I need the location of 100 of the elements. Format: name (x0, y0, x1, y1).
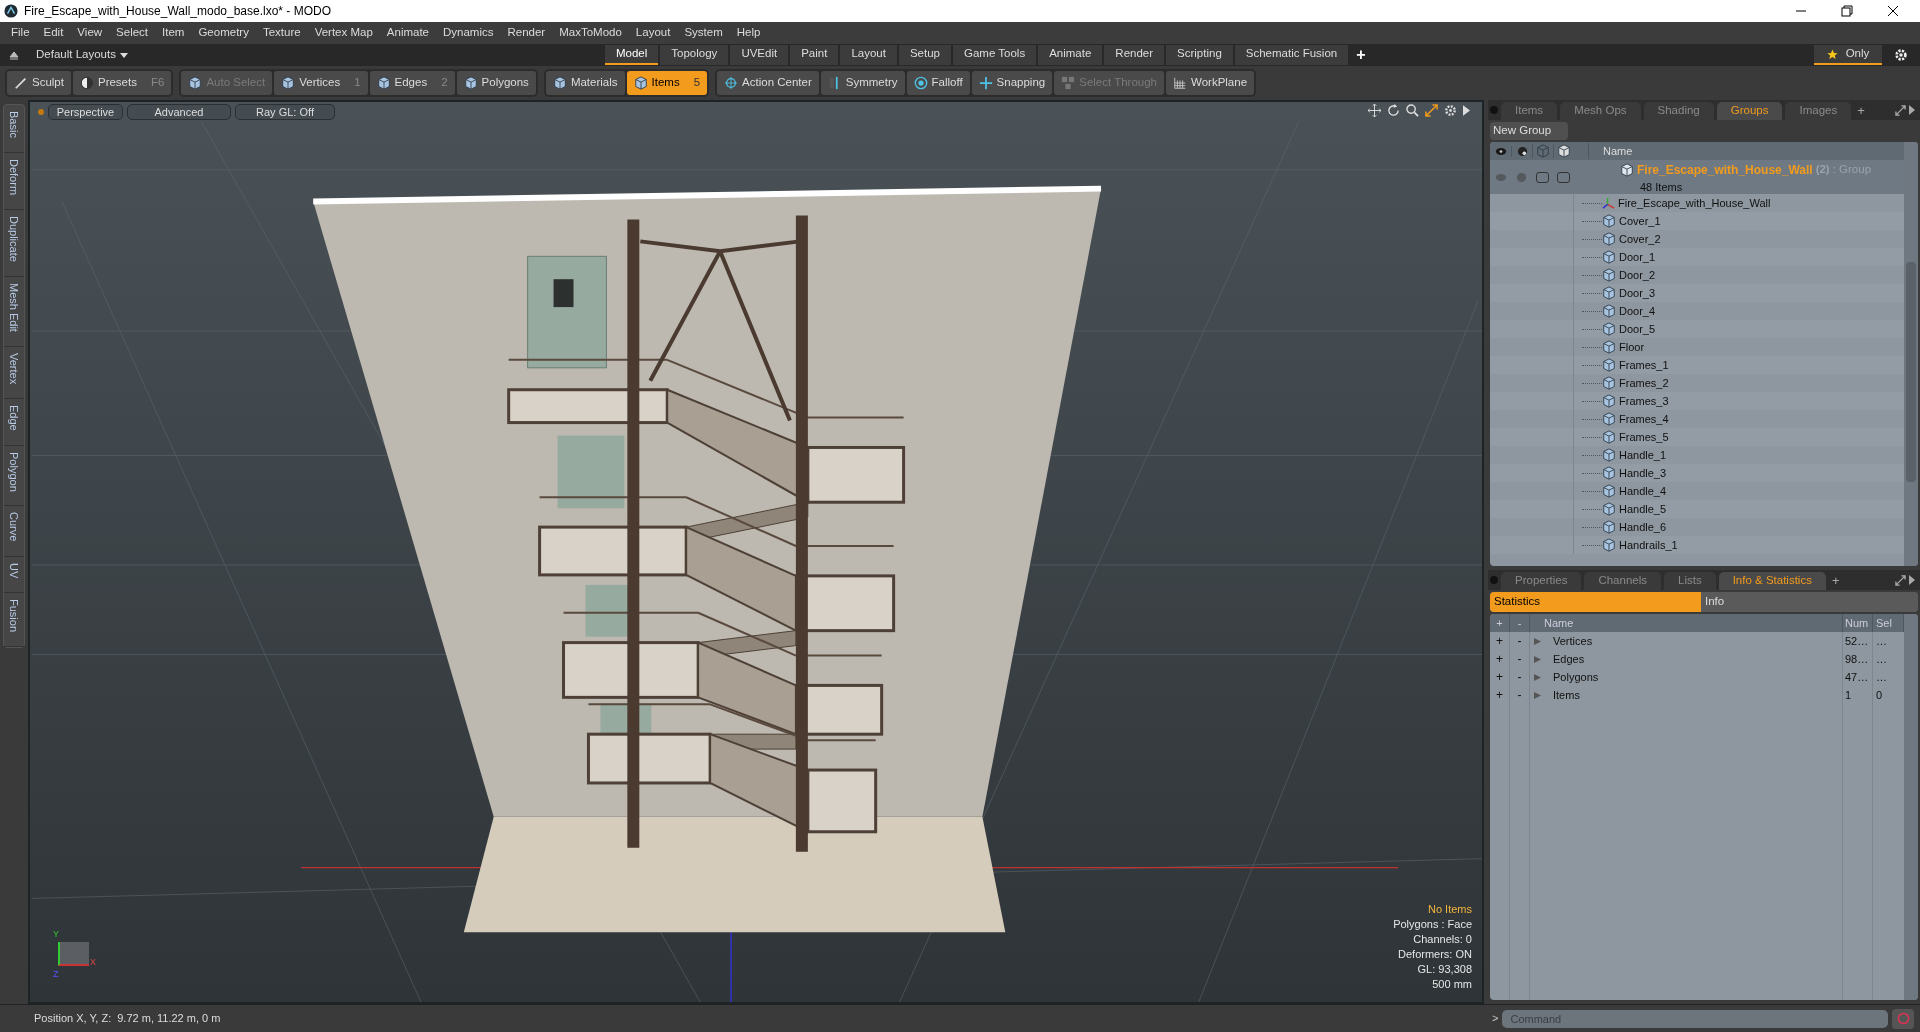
toolbar-button[interactable]: Items 5 (626, 71, 708, 95)
3d-viewport[interactable]: Perspective Advanced Ray GL: Off No Items Polygons : Face Channels: 0 Deformers: ON GL: 93,308 500 mm Y X Z (28, 100, 1484, 1004)
layout-dropdown[interactable]: Default Layouts (30, 46, 134, 64)
only-button[interactable]: Only (1814, 45, 1882, 65)
collapse-arrow-icon[interactable] (8, 49, 20, 61)
panel-tab[interactable]: Lists (1664, 572, 1716, 590)
layout-tab[interactable]: Paint (790, 45, 839, 65)
add-tab-button[interactable]: + (1854, 100, 1868, 120)
viewport-option-button[interactable]: Ray GL: Off (235, 104, 335, 120)
tree-item[interactable]: Frames_3 (1619, 392, 1669, 410)
subtab[interactable]: Statistics (1490, 592, 1701, 612)
menu-item[interactable]: Select (109, 24, 156, 42)
side-tab[interactable]: UV (4, 556, 24, 594)
layout-tab[interactable]: Scripting (1166, 45, 1233, 65)
side-tab[interactable]: Fusion (4, 593, 24, 648)
tree-item[interactable]: Cover_1 (1619, 212, 1661, 230)
expand-all-button[interactable]: + (1490, 650, 1510, 668)
select-toggle-icon[interactable] (1557, 171, 1570, 183)
menu-item[interactable]: Render (500, 24, 553, 42)
side-tab[interactable]: Basic (4, 105, 24, 153)
search-icon[interactable] (1406, 104, 1419, 117)
add-tab-button[interactable]: + (1828, 570, 1843, 590)
tree-item[interactable]: Door_1 (1619, 248, 1656, 266)
tree-item[interactable]: Frames_4 (1619, 410, 1669, 428)
tree-item[interactable]: Frames_1 (1619, 356, 1669, 374)
command-field[interactable]: Command (1502, 1009, 1888, 1028)
side-tab[interactable]: Vertex (4, 346, 24, 399)
toolbar-button[interactable]: Snapping (971, 71, 1053, 95)
tree-item[interactable]: Floor (1619, 338, 1645, 356)
toolbar-button[interactable]: Falloff (906, 71, 970, 95)
layout-tab[interactable]: UVEdit (730, 45, 789, 65)
maximize-icon[interactable] (1425, 104, 1438, 117)
toolbar-button[interactable]: Polygons (456, 71, 536, 95)
side-tab[interactable]: Curve (4, 506, 24, 557)
lock-toggle-icon[interactable] (1536, 171, 1549, 183)
viewport-option-button[interactable]: Advanced (127, 104, 231, 120)
toolbar-button[interactable]: Edges 2 (369, 71, 455, 95)
viewport-option-button[interactable]: Perspective (48, 104, 123, 120)
expand-arrow-icon[interactable] (1534, 691, 1541, 699)
expand-arrow-icon[interactable] (1534, 673, 1541, 681)
tree-item[interactable]: Handrails_1 (1619, 536, 1678, 554)
panel-tab[interactable]: Info & Statistics (1718, 572, 1826, 590)
toolbar-button[interactable]: Action Center (717, 71, 819, 95)
render-icon[interactable] (1516, 145, 1528, 157)
expand-icon[interactable] (1895, 105, 1906, 116)
tree-item[interactable]: Fire_Escape_with_House_Wall (1618, 194, 1771, 212)
tree-item[interactable]: Frames_5 (1619, 428, 1669, 446)
expand-arrow-icon[interactable] (1534, 637, 1541, 645)
menu-item[interactable]: Dynamics (436, 24, 501, 42)
panel-tab[interactable]: Properties (1501, 572, 1582, 590)
panel-tab[interactable]: Items (1501, 102, 1558, 120)
panel-arrow-icon[interactable] (1909, 575, 1915, 585)
toolbar-button[interactable]: Presets F6 (72, 71, 172, 95)
expand-icon[interactable] (1895, 575, 1906, 586)
menu-item[interactable]: View (70, 24, 110, 42)
side-tab[interactable]: Polygon (4, 445, 24, 507)
menu-item[interactable]: MaxToModo (552, 24, 629, 42)
tree-item[interactable]: Handle_3 (1619, 464, 1667, 482)
toolbar-button[interactable]: Vertices 1 (274, 71, 368, 95)
layout-tab[interactable]: Render (1104, 45, 1165, 65)
rotate-icon[interactable] (1387, 104, 1400, 117)
play-arrow-icon[interactable] (1463, 105, 1470, 116)
eye-icon[interactable] (1494, 146, 1507, 156)
panel-tab[interactable]: Channels (1584, 572, 1661, 590)
toolbar-button[interactable]: Sculpt (7, 71, 71, 95)
collapse-all-button[interactable]: - (1510, 632, 1530, 650)
tree-item[interactable]: Door_3 (1619, 284, 1656, 302)
tree-item[interactable]: Handle_6 (1619, 518, 1667, 536)
expand-all-button[interactable]: + (1490, 686, 1510, 704)
expand-all-button[interactable]: + (1490, 632, 1510, 650)
tree-item[interactable]: Handle_4 (1619, 482, 1667, 500)
menu-item[interactable]: File (4, 24, 37, 42)
panel-arrow-icon[interactable] (1909, 105, 1915, 115)
menu-item[interactable]: Vertex Map (307, 24, 380, 42)
collapse-all-button[interactable]: - (1510, 650, 1530, 668)
toolbar-button[interactable]: Materials (545, 71, 625, 95)
expand-all-button[interactable]: + (1490, 668, 1510, 686)
menu-item[interactable]: Geometry (191, 24, 256, 42)
move-icon[interactable] (1368, 104, 1381, 117)
layout-tab[interactable]: Model (605, 45, 659, 65)
collapse-all-button[interactable]: - (1510, 686, 1530, 704)
panel-tab[interactable]: Mesh Ops (1560, 102, 1641, 120)
tree-item[interactable]: Door_2 (1619, 266, 1656, 284)
toolbar-button[interactable]: WorkPlane (1166, 71, 1255, 95)
settings-icon[interactable] (1894, 48, 1908, 62)
scrollbar-thumb[interactable] (1906, 262, 1916, 482)
panel-tab[interactable]: Groups (1716, 102, 1783, 120)
expand-arrow-icon[interactable] (1534, 655, 1541, 663)
add-tab-button[interactable]: + (1356, 43, 1366, 67)
layout-tab[interactable]: Layout (840, 45, 897, 65)
menu-item[interactable]: Item (155, 24, 192, 42)
layout-tab[interactable]: Setup (898, 45, 951, 65)
new-group-button[interactable]: New Group (1490, 122, 1568, 140)
scrollbar-track[interactable] (1904, 142, 1918, 566)
scrollbar-track[interactable] (1904, 614, 1918, 1000)
menu-item[interactable]: Help (729, 24, 768, 42)
side-tab[interactable]: Mesh Edit (4, 276, 24, 347)
menu-item[interactable]: Animate (379, 24, 436, 42)
panel-tab[interactable]: Images (1785, 102, 1852, 120)
layout-tab[interactable]: Game Tools (953, 45, 1037, 65)
